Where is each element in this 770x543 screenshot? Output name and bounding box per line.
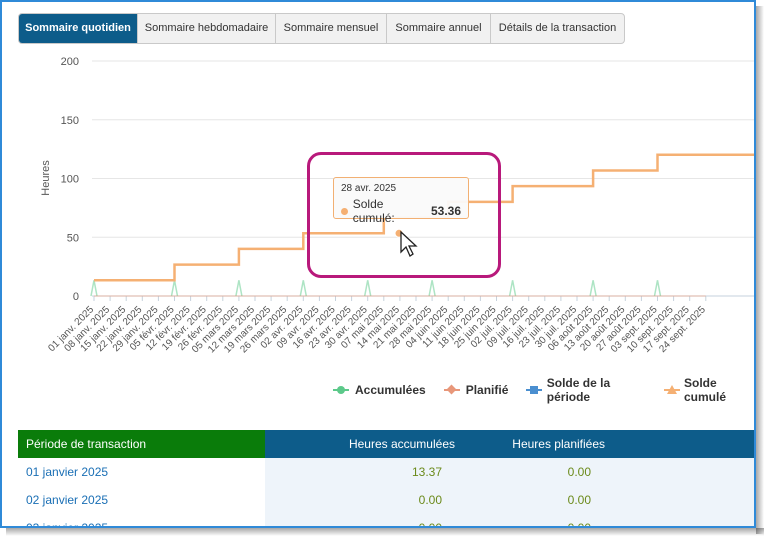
period-link[interactable]: 01 janvier 2025 bbox=[18, 458, 265, 486]
header-period[interactable]: Période de transaction bbox=[18, 430, 265, 458]
legend-circle-icon bbox=[333, 384, 349, 396]
y-axis-label: Heures bbox=[40, 160, 52, 196]
legend-label: Planifié bbox=[465, 383, 509, 397]
legend-solde-cumule[interactable]: Solde cumulé bbox=[663, 376, 754, 404]
accrued-cell: 0.00 bbox=[265, 514, 465, 526]
table-header: Période de transaction Heures accumulées… bbox=[18, 430, 754, 458]
accumulees-spike bbox=[90, 280, 98, 297]
header-filler bbox=[618, 430, 754, 458]
table-body: 01 janvier 2025 13.37 0.00 02 janvier 20… bbox=[18, 458, 754, 526]
legend-label: Solde de la période bbox=[546, 376, 611, 404]
header-accrued-hours[interactable]: Heures accumulées bbox=[265, 430, 465, 458]
legend-diamond-icon bbox=[443, 384, 460, 396]
planned-cell: 0.00 bbox=[465, 486, 618, 514]
accumulees-spike bbox=[235, 280, 243, 297]
x-axis: 01 janv. 202508 janv. 202515 janv. 20252… bbox=[46, 296, 708, 355]
table-row: 03 janvier 2025 0.00 0.00 bbox=[18, 514, 754, 526]
accumulees-spike bbox=[428, 280, 436, 297]
y-axis: 0 50 100 150 200 bbox=[61, 56, 79, 303]
accumulees-spike bbox=[508, 280, 517, 297]
y-tick-label: 50 bbox=[67, 232, 79, 244]
accumulees-spike bbox=[170, 280, 179, 297]
y-tick-label: 0 bbox=[73, 291, 79, 303]
y-tick-label: 200 bbox=[61, 56, 79, 68]
legend-triangle-icon bbox=[663, 384, 680, 396]
mouse-cursor-icon bbox=[400, 230, 418, 257]
planned-cell: 0.00 bbox=[465, 458, 618, 486]
period-link[interactable]: 02 janvier 2025 bbox=[18, 486, 265, 514]
accrued-cell: 13.37 bbox=[265, 458, 465, 486]
y-tick-label: 150 bbox=[61, 115, 79, 127]
accumulees-spike bbox=[653, 280, 662, 297]
planned-cell: 0.00 bbox=[465, 514, 618, 526]
period-link[interactable]: 03 janvier 2025 bbox=[18, 514, 265, 526]
table-row: 01 janvier 2025 13.37 0.00 bbox=[18, 458, 754, 486]
legend-accumulees[interactable]: Accumulées bbox=[333, 376, 426, 404]
accumulees-spike bbox=[589, 280, 597, 297]
table-row: 02 janvier 2025 0.00 0.00 bbox=[18, 486, 754, 514]
accumulees-spike bbox=[299, 280, 308, 297]
legend-solde-periode[interactable]: Solde de la période bbox=[526, 376, 645, 404]
legend-planifie[interactable]: Planifié bbox=[443, 376, 509, 404]
app-window: Sommaire quotidien Sommaire hebdomadaire… bbox=[0, 0, 756, 528]
legend-label: Solde cumulé bbox=[684, 376, 727, 404]
legend-square-icon bbox=[526, 384, 543, 396]
accrued-cell: 0.00 bbox=[265, 486, 465, 514]
chart-legend: Accumulées Planifié Solde de la période … bbox=[333, 376, 754, 404]
legend-label: Accumulées bbox=[355, 383, 426, 397]
transactions-table: Période de transaction Heures accumulées… bbox=[18, 430, 754, 526]
accumulees-spike bbox=[363, 280, 372, 297]
y-tick-label: 100 bbox=[61, 174, 79, 186]
header-planned-hours[interactable]: Heures planifiées bbox=[465, 430, 618, 458]
